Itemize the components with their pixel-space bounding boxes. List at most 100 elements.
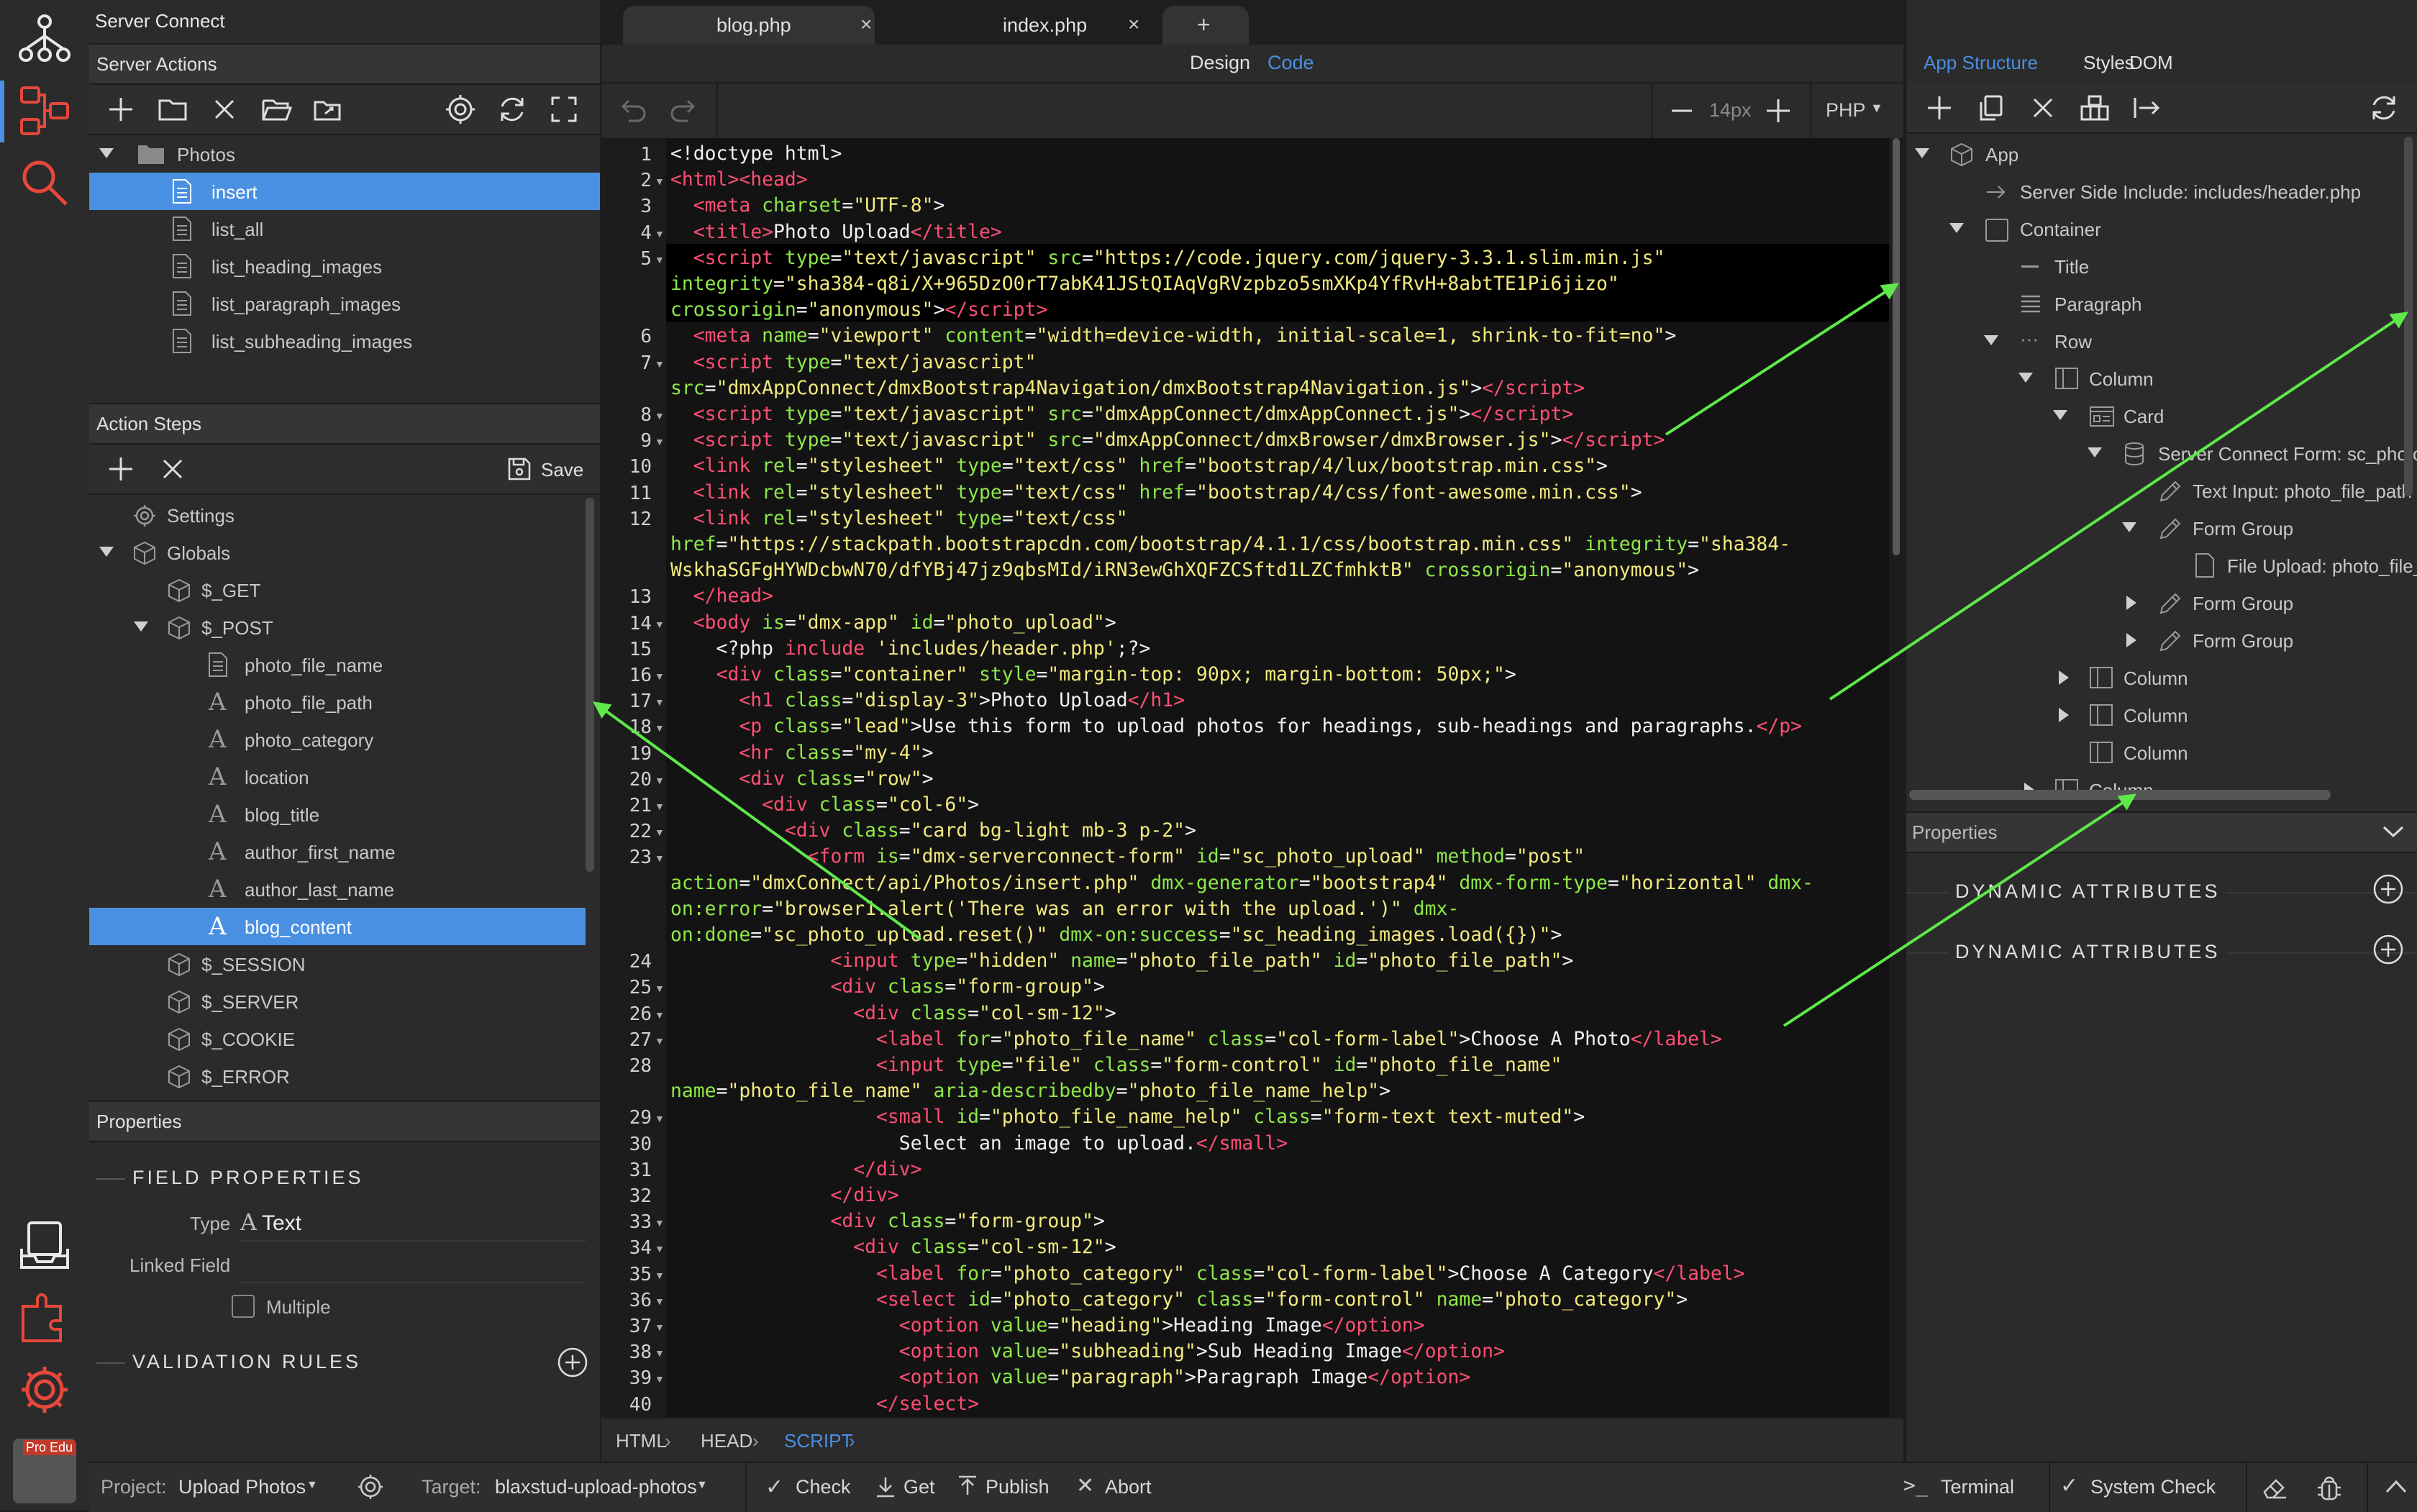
sitemap-icon[interactable] (16, 10, 73, 68)
right-properties-header[interactable]: Properties (1906, 811, 2417, 853)
code-line[interactable]: </select> (670, 1393, 979, 1415)
fold-toggle-icon[interactable]: ▼ (655, 1270, 665, 1281)
eraser-icon[interactable] (2260, 1473, 2289, 1502)
code-line[interactable]: <label for="photo_category" class="col-f… (670, 1262, 1745, 1285)
fold-toggle-icon[interactable]: ▼ (655, 1113, 665, 1124)
tab-styles[interactable]: Styles (2083, 52, 2134, 74)
node-form-group-1[interactable]: Form Group (1906, 509, 2417, 547)
design-mode-button[interactable]: Design (1190, 52, 1250, 74)
fold-toggle-icon[interactable]: ▼ (655, 696, 665, 708)
node-column-3[interactable]: Column (1906, 696, 2417, 734)
settings-gear-icon[interactable] (16, 1361, 73, 1418)
node-paragraph[interactable]: Paragraph (1906, 285, 2417, 322)
editor-scroll-thumb[interactable] (1893, 138, 1900, 555)
open-folder-icon[interactable] (259, 92, 293, 127)
gear-icon[interactable] (443, 92, 478, 127)
breadcrumb-head[interactable]: HEAD (701, 1430, 752, 1452)
node-text-input[interactable]: Text Input: photo_file_path (1906, 472, 2417, 509)
code-line[interactable]: <div class="form-group"> (670, 1210, 1104, 1232)
delete-icon[interactable] (2026, 91, 2060, 125)
tab-dom[interactable]: DOM (2129, 52, 2173, 74)
collapse-triangle-icon[interactable] (134, 621, 148, 632)
node-container[interactable]: Container (1906, 210, 2417, 247)
node-column-2[interactable]: Column (1906, 659, 2417, 696)
user-avatar[interactable]: Pro Edu (13, 1439, 76, 1503)
fold-toggle-icon[interactable]: ▼ (655, 1347, 665, 1359)
node-form-group-3[interactable]: Form Group (1906, 621, 2417, 659)
code-line[interactable]: <p class="lead">Use this form to upload … (670, 715, 1802, 737)
expand-triangle-icon[interactable] (2059, 708, 2069, 722)
node-server-connect-form[interactable]: Server Connect Form: sc_photo_upload (1906, 434, 2417, 472)
code-line[interactable]: <link rel="stylesheet" type="text/css" h… (670, 481, 1642, 504)
export-icon[interactable] (311, 92, 345, 127)
step-location[interactable]: A location (89, 758, 600, 796)
code-line[interactable]: <!doctype html> (670, 142, 842, 165)
code-line[interactable]: <meta charset="UTF-8"> (670, 194, 945, 217)
code-line[interactable]: <div class="form-group"> (670, 975, 1104, 998)
collapse-triangle-icon[interactable] (1915, 148, 1929, 158)
abort-button[interactable]: ✕ Abort (1076, 1463, 1162, 1512)
add-rule-icon[interactable] (557, 1347, 588, 1377)
step-error[interactable]: $_ERROR (89, 1057, 600, 1095)
code-line[interactable]: <input type="hidden" name="photo_file_pa… (670, 949, 1573, 972)
fold-toggle-icon[interactable]: ▼ (655, 1295, 665, 1307)
code-line[interactable]: </head> (670, 585, 773, 607)
step-globals[interactable]: Globals (89, 534, 600, 571)
zoom-in-icon[interactable] (1762, 95, 1794, 127)
tab-blog-php[interactable]: blog.php × (623, 6, 875, 45)
breadcrumb-html[interactable]: HTML (616, 1430, 667, 1452)
copy-icon[interactable] (1974, 91, 2008, 125)
collapse-triangle-icon[interactable] (2018, 373, 2033, 383)
code-line[interactable]: <title>Photo Upload</title> (670, 221, 1002, 243)
get-button[interactable]: Get (869, 1463, 948, 1512)
code-line[interactable]: <script type="text/javascript" src="dmxA… (670, 403, 1573, 425)
node-form-group-2[interactable]: Form Group (1906, 584, 2417, 621)
add-icon[interactable] (104, 92, 138, 127)
code-line[interactable]: <div class="card bg-light mb-3 p-2"> (670, 819, 1196, 842)
code-editor[interactable]: 1 <!doctype html> 2 ▼ <html><head> 3 <meta ch… (601, 138, 1903, 1417)
code-line[interactable]: <div class="col-6"> (670, 793, 979, 816)
step-author-last-name[interactable]: A author_last_name (89, 870, 600, 908)
refresh-icon[interactable] (2367, 91, 2401, 125)
step-server[interactable]: $_SERVER (89, 983, 600, 1020)
step-post[interactable]: $_POST (89, 609, 600, 646)
code-line[interactable]: WskhaSGFgHYWDcbwN70/dfYBj47jz9qbsMId/iRN… (670, 559, 1699, 581)
redo-icon[interactable] (668, 95, 699, 127)
publish-button[interactable]: Publish (957, 1463, 1065, 1512)
chevron-up-icon[interactable] (2384, 1476, 2408, 1498)
fold-toggle-icon[interactable]: ▼ (655, 358, 665, 370)
type-field[interactable]: A Text (240, 1206, 586, 1242)
inbox-icon[interactable] (16, 1217, 73, 1275)
remove-step-icon[interactable] (155, 452, 190, 486)
fullscreen-icon[interactable] (547, 92, 581, 127)
code-line[interactable]: <input type="file" class="form-control" … (670, 1054, 1562, 1076)
code-line[interactable]: href="https://stackpath.bootstrapcdn.com… (670, 533, 1790, 555)
code-line[interactable]: on:error="browser1.alert('There was an e… (670, 898, 1459, 920)
code-line[interactable]: crossorigin="anonymous"></script> (670, 299, 1047, 321)
step-get[interactable]: $_GET (89, 571, 600, 609)
code-line[interactable]: <html><head> (670, 168, 808, 191)
step-session[interactable]: $_SESSION (89, 945, 600, 983)
fold-toggle-icon[interactable]: ▼ (655, 1009, 665, 1021)
tree-item-list-heading-images[interactable]: list_heading_images (89, 247, 600, 285)
node-column[interactable]: Column (1906, 360, 2417, 397)
fold-toggle-icon[interactable]: ▼ (655, 1321, 665, 1333)
tab-app-structure[interactable]: App Structure (1924, 52, 2038, 74)
zoom-out-icon[interactable] (1666, 95, 1698, 127)
code-line[interactable]: <small id="photo_file_name_help" class="… (670, 1106, 1585, 1128)
server-connect-icon[interactable] (16, 82, 73, 140)
move-out-icon[interactable] (2129, 91, 2164, 125)
collapse-triangle-icon[interactable] (2088, 447, 2102, 457)
bug-icon[interactable] (2315, 1473, 2344, 1502)
fold-toggle-icon[interactable]: ▼ (655, 254, 665, 265)
collapse-triangle-icon[interactable] (2122, 522, 2136, 532)
new-tab-button[interactable]: + (1162, 6, 1249, 45)
fold-toggle-icon[interactable]: ▼ (655, 228, 665, 240)
code-line[interactable]: <script type="text/javascript" src="http… (670, 247, 1665, 269)
node-app[interactable]: App (1906, 135, 2417, 173)
node-file-upload[interactable]: File Upload: photo_file_name (1906, 547, 2417, 584)
tree-vertical-scrollbar[interactable] (2404, 137, 2413, 496)
step-blog-title[interactable]: A blog_title (89, 796, 600, 833)
collapse-triangle-icon[interactable] (99, 148, 114, 158)
code-line[interactable]: Select an image to upload.</small> (670, 1132, 1288, 1155)
